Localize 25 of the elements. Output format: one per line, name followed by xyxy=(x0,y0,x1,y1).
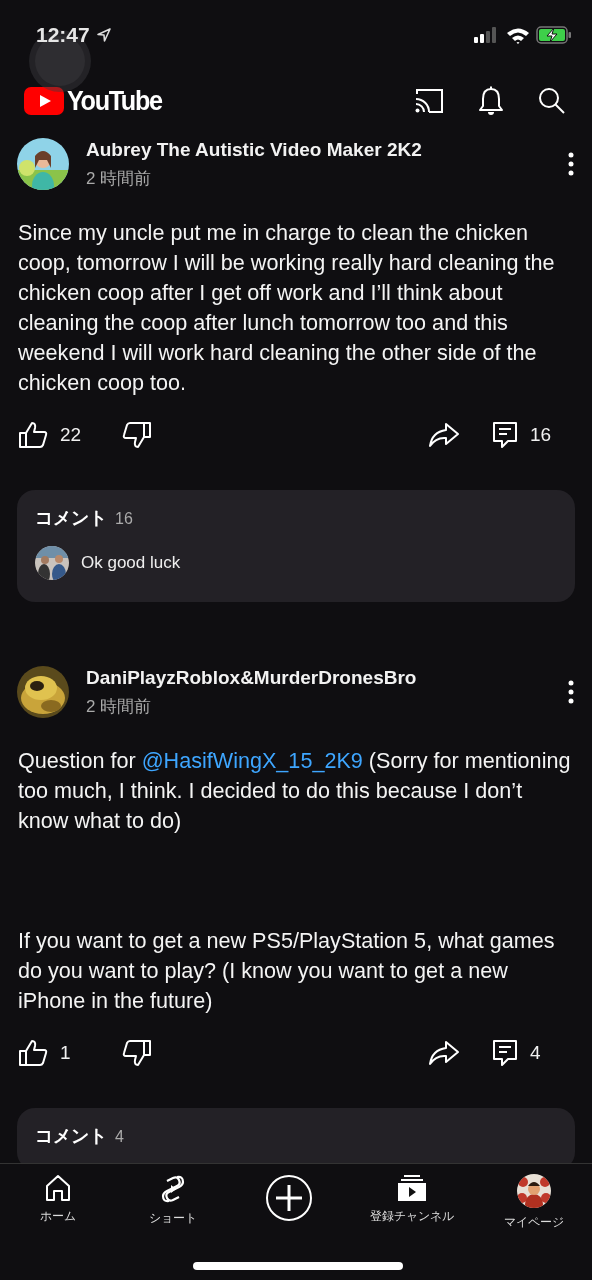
post-text: Question for @HasifWingX_15_2K9 (Sorry for mentioning too much, I think. I decided to do this because I don’t know what to do) xyxy=(18,747,572,835)
nav-tab[interactable]: ホーム xyxy=(22,1174,93,1225)
comments-heading: コメント xyxy=(35,507,107,530)
status-time: 12:47 xyxy=(36,23,90,47)
comment-count: 16 xyxy=(530,424,553,446)
post-time: 2 時間前 xyxy=(86,167,152,190)
like-count: 1 xyxy=(60,1042,72,1064)
mention-link[interactable]: @HasifWingX_15_2K9 xyxy=(141,748,363,773)
author-name[interactable]: DaniPlayzRoblox&MurderDronesBro xyxy=(86,666,417,689)
logo-text: YouTube xyxy=(67,85,162,117)
comment-text: Ok good luck xyxy=(81,553,181,573)
post-text: Since my uncle put me in charge to clean the chicken coop, tomorrow I will be working really hard cleaning the chicken coop after I get off work and I’ll think about cleaning the coop after lunch tomorrow too and this weekend I will work hard cleaning the other side of the chicken coop too. xyxy=(18,219,556,397)
comments-card[interactable]: コメント 4 xyxy=(17,1108,575,1163)
like-count: 22 xyxy=(60,424,83,446)
nav-tab[interactable]: マイページ xyxy=(499,1174,570,1231)
comments-count: 4 xyxy=(115,1128,124,1146)
comments-count: 16 xyxy=(115,510,133,528)
post-time: 2 時間前 xyxy=(86,695,152,718)
comments-heading: コメント xyxy=(35,1125,107,1148)
comment-count: 4 xyxy=(530,1042,542,1064)
comments-card[interactable]: コメント 16 Ok good luck xyxy=(17,490,575,602)
post-text: If you want to get a new PS5/PlayStation 5, what games do you want to play? (I know you want to get a new iPhone in the future) xyxy=(18,927,556,1015)
nav-tab[interactable]: ショート xyxy=(138,1174,209,1227)
nav-tab[interactable]: 登録チャンネル xyxy=(369,1174,454,1225)
author-name[interactable]: Aubrey The Autistic Video Maker 2K2 xyxy=(86,138,422,161)
